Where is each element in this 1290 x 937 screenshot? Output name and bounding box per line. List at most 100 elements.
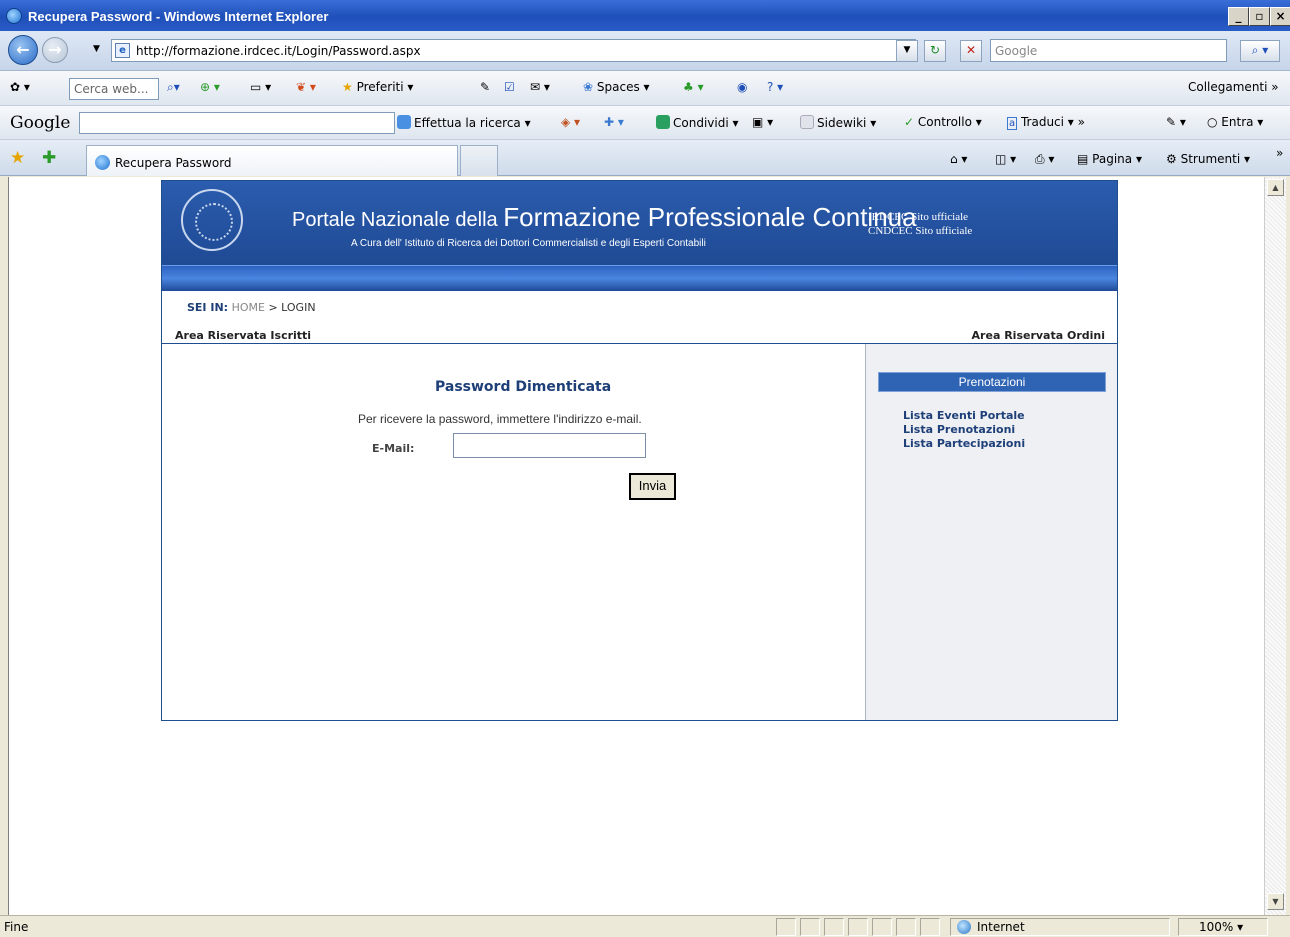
zoom-control[interactable]: 100% ▾ xyxy=(1178,918,1268,936)
google-search-label: Effettua la ricerca xyxy=(414,116,521,130)
address-toolbar: ← → ▼ e http://formazione.irdcec.it/Logi… xyxy=(0,31,1290,71)
sidebar-links: Lista Eventi Portale Lista Prenotazioni … xyxy=(903,409,1025,451)
mail-icon[interactable]: ✉ ▾ xyxy=(530,80,550,94)
security-zone[interactable]: Internet xyxy=(950,918,1170,936)
irdcec-link[interactable]: IRDCEC Sito ufficiale xyxy=(868,210,972,224)
sidewiki-icon xyxy=(800,115,814,129)
vertical-scrollbar[interactable]: ▲ ▼ xyxy=(1264,177,1286,915)
search-icon[interactable]: ⌕ ▾ xyxy=(1240,40,1280,62)
email-field[interactable] xyxy=(453,433,646,458)
stop-icon[interactable]: ✕ xyxy=(960,40,982,62)
spaces-button[interactable]: ❀ Spaces ▾ xyxy=(583,80,650,94)
tab-page-icon xyxy=(95,155,110,170)
submit-button[interactable]: Invia xyxy=(629,473,676,500)
area-row: Area Riservata Iscritti Area Riservata O… xyxy=(162,326,1117,344)
favorites-star-icon[interactable]: ★ xyxy=(10,148,25,168)
links-label: Collegamenti xyxy=(1188,80,1268,94)
page-viewport: Portale Nazionale della Formazione Profe… xyxy=(8,177,1264,915)
tab-bar: ★ ✚ Recupera Password ⌂ ▾ ◫ ▾ ⎙ ▾ ▤ Pagi… xyxy=(0,140,1290,176)
messenger-icon[interactable]: ♣ ▾ xyxy=(683,80,704,94)
maximize-button[interactable]: ▫ xyxy=(1249,7,1270,26)
back-button[interactable]: ← xyxy=(8,35,38,65)
more-chevron-icon[interactable]: » xyxy=(1276,146,1283,160)
tab-recupera-password[interactable]: Recupera Password xyxy=(86,145,458,176)
wrench-icon[interactable]: ✎ ▾ xyxy=(1166,115,1186,129)
add-favorite-icon[interactable]: ✚ xyxy=(42,148,56,168)
globe-icon xyxy=(957,920,971,934)
signin-button[interactable]: ○ Entra ▾ xyxy=(1207,115,1263,129)
window-icon[interactable]: ▭ ▾ xyxy=(250,80,271,94)
spellcheck-label: Controllo xyxy=(917,115,972,129)
address-url: http://formazione.irdcec.it/Login/Passwo… xyxy=(136,44,421,58)
bookmarks-icon[interactable]: ◈ ▾ xyxy=(561,115,580,129)
status-text: Fine xyxy=(4,920,29,934)
new-tab-button[interactable] xyxy=(460,145,498,176)
tab-label: Recupera Password xyxy=(115,156,232,170)
edit-icon[interactable]: ☑ xyxy=(504,80,515,94)
tools-menu[interactable]: ⚙ Strumenti ▾ xyxy=(1166,152,1250,166)
feeds-icon[interactable]: ◫ ▾ xyxy=(995,152,1016,166)
history-dropdown-icon[interactable]: ▼ xyxy=(93,44,100,54)
puzzle-icon[interactable]: ✚ ▾ xyxy=(604,115,624,129)
sidebar-heading: Prenotazioni xyxy=(878,372,1106,392)
google-search-button[interactable]: Effettua la ricerca ▾ xyxy=(397,115,531,130)
highlight-icon[interactable]: ✎ xyxy=(480,80,490,94)
spellcheck-button[interactable]: ✓ Controllo ▾ xyxy=(904,115,982,129)
info-icon[interactable]: ◉ xyxy=(737,80,747,94)
page-menu[interactable]: ▤ Pagina ▾ xyxy=(1077,152,1142,166)
msn-icon[interactable]: ✿ ▾ xyxy=(10,80,30,94)
area-ordini-link[interactable]: Area Riservata Ordini xyxy=(972,329,1105,342)
links-button[interactable]: Collegamenti » xyxy=(1188,80,1279,94)
sidebar-link-eventi[interactable]: Lista Eventi Portale xyxy=(903,409,1025,423)
nav-bar xyxy=(162,265,1117,291)
zoom-label: 100% xyxy=(1199,920,1234,934)
page-menu-label: Pagina xyxy=(1092,152,1133,166)
close-window-button[interactable]: × xyxy=(1270,7,1290,26)
web-search-icon[interactable]: ⌕▾ xyxy=(167,80,180,95)
banner-subtitle: A Cura dell' Istituto di Ricerca dei Dot… xyxy=(351,238,706,249)
page-icon: e xyxy=(115,43,130,58)
forward-button[interactable]: → xyxy=(42,37,68,63)
minimize-button[interactable]: _ xyxy=(1228,7,1249,26)
address-bar[interactable]: e http://formazione.irdcec.it/Login/Pass… xyxy=(111,39,916,62)
window-title: Recupera Password - Windows Internet Exp… xyxy=(28,9,329,24)
address-dropdown-icon[interactable]: ▼ xyxy=(896,40,918,62)
status-cell xyxy=(848,918,868,936)
share-label: Condividi xyxy=(673,116,729,130)
form-title: Password Dimenticata xyxy=(435,379,612,395)
favorites-button[interactable]: ★ Preferiti ▾ xyxy=(342,80,413,94)
spaces-label: Spaces xyxy=(596,80,640,94)
sidebar-link-partecipazioni[interactable]: Lista Partecipazioni xyxy=(903,437,1025,451)
area-iscritti-link[interactable]: Area Riservata Iscritti xyxy=(175,329,311,342)
breadcrumb-home[interactable]: HOME xyxy=(232,301,265,314)
web-search-input[interactable]: Cerca web... xyxy=(69,78,159,100)
status-cell xyxy=(920,918,940,936)
banner-links: IRDCEC Sito ufficiale CNDCEC Sito uffici… xyxy=(868,210,972,238)
cndcec-link[interactable]: CNDCEC Sito ufficiale xyxy=(868,224,972,238)
help-icon[interactable]: ? ▾ xyxy=(767,80,783,94)
sidebar-link-prenotazioni[interactable]: Lista Prenotazioni xyxy=(903,423,1025,437)
google-search-input[interactable] xyxy=(79,112,395,134)
toolbar-row-1: ✿ ▾ Cerca web... ⌕▾ ⊕ ▾ ▭ ▾ ❦ ▾ ★ Prefer… xyxy=(0,71,1290,106)
home-icon[interactable]: ⌂ ▾ xyxy=(950,152,967,166)
share-button[interactable]: Condividi ▾ xyxy=(656,115,739,130)
breadcrumb: SEI IN: HOME > LOGIN xyxy=(187,301,316,314)
status-bar: Fine Internet 100% ▾ xyxy=(0,915,1290,937)
tools-menu-label: Strumenti xyxy=(1180,152,1241,166)
popup-icon[interactable]: ▣ ▾ xyxy=(752,115,773,129)
status-cell xyxy=(896,918,916,936)
translate-button[interactable]: a Traduci ▾ » xyxy=(1007,115,1085,130)
google-logo: Google xyxy=(10,113,71,133)
search-box[interactable]: Google xyxy=(990,39,1227,62)
sidewiki-label: Sidewiki xyxy=(817,116,867,130)
print-icon[interactable]: ⎙ ▾ xyxy=(1035,152,1054,167)
scroll-up-icon[interactable]: ▲ xyxy=(1267,179,1284,196)
sidewiki-button[interactable]: Sidewiki ▾ xyxy=(800,115,876,130)
add-icon[interactable]: ⊕ ▾ xyxy=(200,80,220,94)
google-search-icon xyxy=(397,115,411,129)
banner-title-big: Formazione Professionale Continua xyxy=(503,202,917,232)
butterfly-icon[interactable]: ❦ ▾ xyxy=(296,80,316,94)
scroll-down-icon[interactable]: ▼ xyxy=(1267,893,1284,910)
spellcheck-icon: ✓ xyxy=(904,115,915,129)
refresh-icon[interactable]: ↻ xyxy=(924,40,946,62)
